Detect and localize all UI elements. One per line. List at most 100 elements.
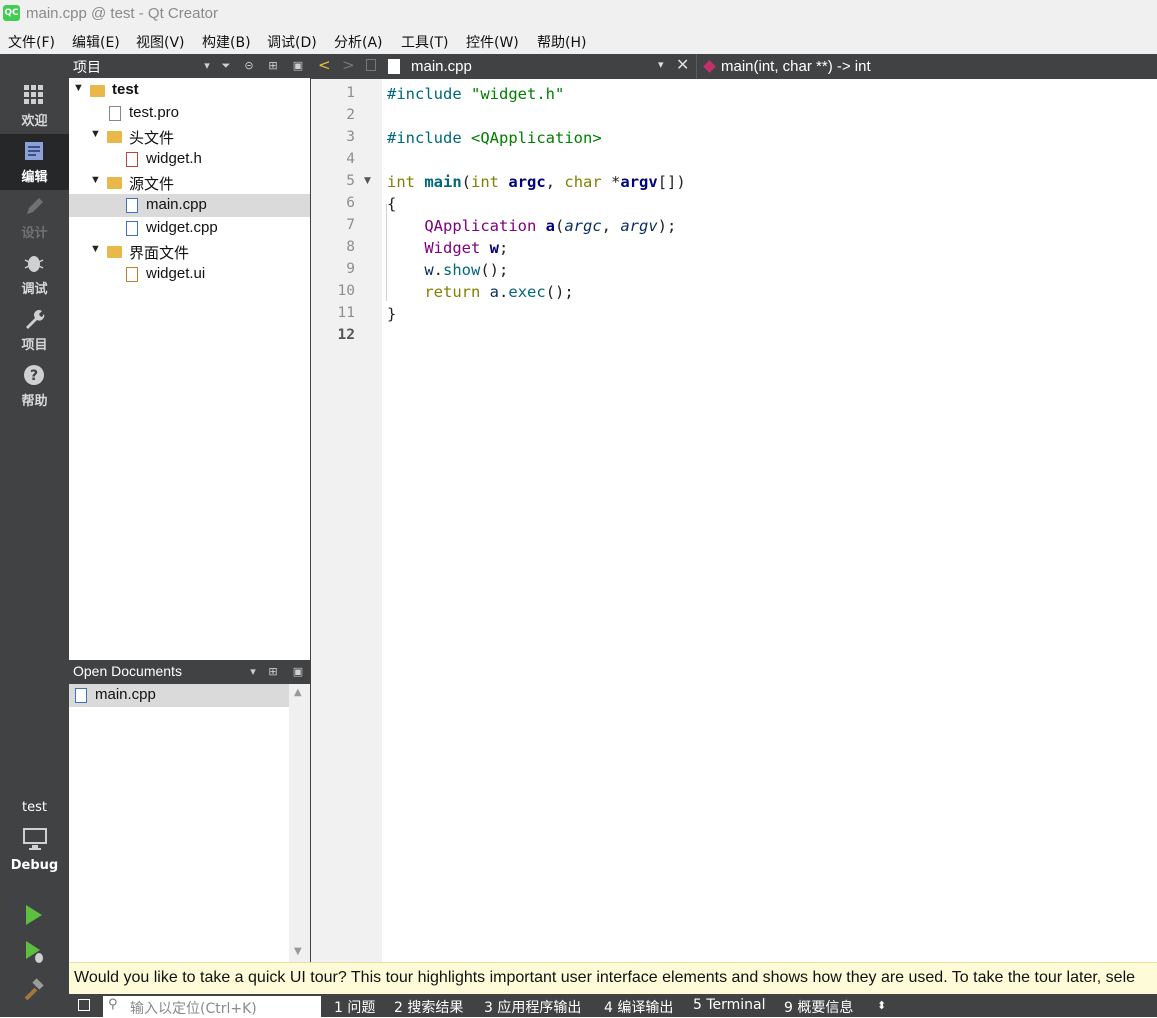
mode-help[interactable]: ? 帮助 bbox=[0, 358, 69, 414]
back-arrow-icon[interactable]: < bbox=[318, 56, 331, 74]
more-tabs-icon[interactable]: ⬍ bbox=[877, 999, 886, 1012]
menu-file[interactable]: 文件(F) bbox=[8, 32, 55, 52]
chevron-down-icon[interactable]: ▼ bbox=[73, 82, 84, 94]
build-hammer-icon[interactable] bbox=[22, 978, 46, 1002]
tree-item-folder[interactable]: ▼ 源文件 bbox=[69, 171, 310, 194]
wrench-icon bbox=[26, 310, 45, 329]
code-token: main bbox=[424, 173, 462, 191]
tree-item-file[interactable]: widget.h bbox=[69, 148, 310, 171]
chevron-down-icon[interactable]: ▼ bbox=[90, 128, 101, 140]
fold-arrow-icon[interactable]: ▼ bbox=[364, 176, 371, 186]
chevron-down-icon[interactable]: ▼ bbox=[90, 174, 101, 186]
kit-selector[interactable]: Debug bbox=[0, 824, 69, 884]
cpp-file-icon bbox=[75, 688, 87, 703]
tree-item-project-test[interactable]: ▼ test bbox=[69, 79, 310, 102]
menu-bar: 文件(F) 编辑(E) 视图(V) 构建(B) 调试(D) 分析(A) 工具(T… bbox=[0, 28, 1157, 54]
split-icon[interactable]: ⊞ bbox=[265, 58, 281, 74]
locator-input[interactable]: ⚲ 输入以定位(Ctrl+K) bbox=[103, 996, 321, 1017]
line-number: 5 bbox=[346, 173, 355, 189]
open-document-item[interactable]: main.cpp bbox=[69, 684, 289, 707]
tree-item-file[interactable]: widget.cpp bbox=[69, 217, 310, 240]
output-tab-application-output[interactable]: 3 应用程序输出 bbox=[484, 997, 581, 1017]
chevron-down-icon[interactable]: ▼ bbox=[90, 243, 101, 255]
mode-debug[interactable]: 调试 bbox=[0, 246, 69, 302]
tree-item-file[interactable]: test.pro bbox=[69, 102, 310, 125]
close-panel-icon[interactable]: ▣ bbox=[290, 58, 306, 74]
code-token: #include bbox=[387, 85, 462, 103]
mode-welcome[interactable]: 欢迎 bbox=[0, 78, 69, 134]
code-editor[interactable]: #include "widget.h" #include <QApplicati… bbox=[382, 79, 1157, 962]
code-line: QApplication a(argc, argv); bbox=[387, 217, 676, 235]
grid-icon bbox=[24, 85, 43, 104]
output-tab-terminal[interactable]: 5 Terminal bbox=[693, 997, 766, 1013]
scroll-down-icon[interactable]: ▼ bbox=[294, 946, 302, 957]
code-line: } bbox=[387, 305, 397, 323]
output-tab-search-results[interactable]: 2 搜索结果 bbox=[394, 997, 463, 1017]
forward-arrow-icon[interactable]: > bbox=[342, 56, 355, 74]
run-icon[interactable] bbox=[24, 904, 44, 926]
code-token: ( bbox=[461, 173, 472, 191]
line-number-gutter: 1 2 3 4 5 6 7 8 9 10 11 12 ▼ bbox=[311, 79, 382, 962]
menu-analyze[interactable]: 分析(A) bbox=[334, 32, 383, 52]
view-chevron-down-icon[interactable]: ▾ bbox=[245, 664, 261, 680]
ui-tour-infobar[interactable]: Would you like to take a quick UI tour? … bbox=[69, 962, 1157, 994]
output-tab-issues[interactable]: 1 问题 bbox=[334, 997, 375, 1017]
menu-debug[interactable]: 调试(D) bbox=[267, 32, 317, 52]
code-token: char bbox=[564, 173, 602, 191]
menu-view[interactable]: 视图(V) bbox=[136, 32, 185, 52]
mode-projects[interactable]: 项目 bbox=[0, 302, 69, 358]
scroll-up-icon[interactable]: ▲ bbox=[294, 687, 302, 698]
mode-design[interactable]: 设计 bbox=[0, 190, 69, 246]
view-chevron-down-icon[interactable]: ▾ bbox=[199, 58, 215, 74]
menu-build[interactable]: 构建(B) bbox=[202, 32, 251, 52]
debug-run-icon[interactable] bbox=[24, 940, 46, 964]
file-chevron-down-icon[interactable]: ▾ bbox=[658, 58, 664, 71]
line-number: 7 bbox=[346, 217, 355, 233]
menu-edit[interactable]: 编辑(E) bbox=[72, 32, 120, 52]
line-number: 1 bbox=[346, 85, 355, 101]
tree-item-file[interactable]: widget.ui bbox=[69, 263, 310, 286]
tree-item-label: main.cpp bbox=[146, 196, 207, 213]
code-token: w bbox=[424, 261, 434, 279]
lock-icon bbox=[366, 59, 376, 71]
document-edit-icon bbox=[25, 142, 43, 160]
tree-item-folder[interactable]: ▼ 头文件 bbox=[69, 125, 310, 148]
code-token: ; bbox=[499, 239, 509, 257]
code-token: []) bbox=[657, 173, 686, 191]
code-token: return bbox=[424, 283, 481, 301]
mode-edit[interactable]: 编辑 bbox=[0, 134, 69, 190]
menu-tools[interactable]: 工具(T) bbox=[401, 32, 448, 52]
tree-item-file-selected[interactable]: main.cpp bbox=[69, 194, 310, 217]
project-panel-toolbar: 项目 ▾ ⏷ ⊝ ⊞ ▣ bbox=[69, 54, 310, 78]
code-token: , bbox=[545, 173, 565, 191]
mode-projects-label: 项目 bbox=[21, 338, 48, 353]
split-icon[interactable]: ⊞ bbox=[265, 664, 281, 680]
line-number: 11 bbox=[337, 305, 355, 321]
close-panel-icon[interactable]: ▣ bbox=[290, 664, 306, 680]
code-token: "widget.h" bbox=[471, 85, 565, 103]
bug-icon bbox=[24, 256, 44, 272]
code-token: . bbox=[433, 261, 444, 279]
toggle-sidebar-icon[interactable] bbox=[78, 999, 90, 1011]
menu-controls[interactable]: 控件(W) bbox=[466, 32, 519, 52]
tree-item-label: widget.h bbox=[146, 150, 202, 167]
mode-edit-label: 编辑 bbox=[21, 170, 48, 185]
code-token: (); bbox=[480, 261, 509, 279]
code-token: argv bbox=[620, 173, 658, 191]
output-tab-compile-output[interactable]: 4 编译输出 bbox=[604, 997, 673, 1017]
filter-icon[interactable]: ⏷ bbox=[218, 58, 234, 74]
close-file-icon[interactable]: ✕ bbox=[676, 55, 689, 74]
cpp-file-icon bbox=[388, 59, 400, 74]
tree-item-label: 源文件 bbox=[129, 176, 175, 193]
output-tab-general-messages[interactable]: 9 概要信息 bbox=[784, 997, 853, 1017]
current-file-name[interactable]: main.cpp bbox=[411, 58, 472, 75]
tree-item-label: 界面文件 bbox=[129, 245, 190, 262]
mode-selector: 欢迎 编辑 设计 调试 项目 ? 帮助 test Debug bbox=[0, 54, 69, 1017]
symbol-selector[interactable]: main(int, char **) -> int bbox=[721, 58, 871, 75]
open-documents-scrollbar[interactable]: ▲ ▼ bbox=[289, 684, 310, 962]
mode-debug-label: 调试 bbox=[21, 282, 48, 297]
tree-item-folder[interactable]: ▼ 界面文件 bbox=[69, 240, 310, 263]
locator-placeholder: 输入以定位(Ctrl+K) bbox=[130, 1001, 257, 1017]
link-icon[interactable]: ⊝ bbox=[241, 58, 257, 74]
menu-help[interactable]: 帮助(H) bbox=[537, 32, 586, 52]
